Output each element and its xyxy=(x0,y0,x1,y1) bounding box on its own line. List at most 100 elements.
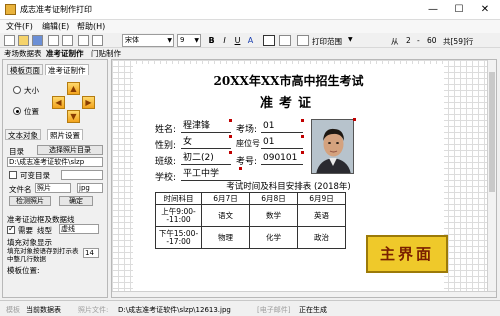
open-folder-icon[interactable] xyxy=(18,35,29,46)
vertical-scrollbar[interactable] xyxy=(487,60,496,297)
table-cell[interactable]: 政治 xyxy=(297,226,346,249)
dir-path-field[interactable]: D:\成志准考证软件\slzp xyxy=(7,157,103,167)
table-cell[interactable]: 数学 xyxy=(249,204,298,227)
table-cell[interactable]: 英语 xyxy=(297,204,346,227)
table-cell[interactable]: 时间科目 xyxy=(155,192,202,205)
copy-icon[interactable] xyxy=(78,35,89,46)
gender-label[interactable]: 性别: xyxy=(155,138,176,151)
table-cell[interactable]: 6月7日 xyxy=(201,192,250,205)
move-left-button[interactable]: ◀ xyxy=(52,96,65,109)
save-icon[interactable] xyxy=(32,35,43,46)
exam-no-value[interactable]: 090101 xyxy=(261,152,303,165)
from-value[interactable]: 2 xyxy=(406,36,411,45)
move-right-button[interactable]: ▶ xyxy=(82,96,95,109)
handle-marker xyxy=(239,167,242,170)
title-bar: 成志准考证制作打印 — ☐ ✕ xyxy=(0,0,500,20)
line-style-icon[interactable] xyxy=(279,35,291,46)
move-up-button[interactable]: ▲ xyxy=(67,82,80,95)
var-dir-checkbox[interactable] xyxy=(9,171,17,179)
filename-select[interactable]: 照片 xyxy=(35,183,71,193)
status-photo-label: 照片文件: xyxy=(78,306,109,314)
name-value[interactable]: 程津锋 xyxy=(181,120,231,133)
line-type-select[interactable]: 虚线 xyxy=(59,224,99,234)
seat-value[interactable]: 01 xyxy=(261,136,303,149)
menu-bar: 文件(F) 编辑(E) 帮助(H) xyxy=(0,20,500,33)
gender-value[interactable]: 女 xyxy=(181,136,231,149)
close-button[interactable]: ✕ xyxy=(472,0,498,20)
table-cell[interactable]: 上午9:00--11:00 xyxy=(155,204,202,227)
size-label: 大小 xyxy=(24,86,39,95)
print-preview-icon[interactable] xyxy=(62,35,73,46)
student-photo[interactable] xyxy=(311,119,354,174)
font-color-button[interactable]: A xyxy=(245,35,256,46)
room-label[interactable]: 考场: xyxy=(236,122,257,135)
font-size-select[interactable]: 9 ▼ xyxy=(177,34,201,47)
new-icon[interactable] xyxy=(4,35,15,46)
maximize-button[interactable]: ☐ xyxy=(446,0,472,20)
minimize-button[interactable]: — xyxy=(420,0,446,20)
tab-door-label[interactable]: 门贴制作 xyxy=(91,48,121,59)
bold-button[interactable]: B xyxy=(206,35,217,46)
print-range-label: 打印范围 xyxy=(312,37,342,46)
name-label[interactable]: 姓名: xyxy=(155,122,176,135)
exam-no-label[interactable]: 考号: xyxy=(236,154,257,167)
check-photo-button[interactable]: 检测照片 xyxy=(9,196,51,206)
menu-help[interactable]: 帮助(H) xyxy=(77,21,105,32)
filename-label: 文件名 xyxy=(9,185,32,194)
print-icon[interactable] xyxy=(48,35,59,46)
handle-marker xyxy=(229,135,232,138)
table-cell[interactable]: 下午15:00--17:00 xyxy=(155,226,202,249)
need-line-checkbox[interactable] xyxy=(7,224,15,234)
dir-label: 目录 xyxy=(9,147,24,156)
tab-admission-card[interactable]: 准考证制作 xyxy=(46,48,84,59)
position-radio[interactable] xyxy=(13,107,21,115)
move-down-button[interactable]: ▼ xyxy=(67,110,80,123)
font-select[interactable]: 宋体 ▼ xyxy=(122,34,174,47)
horizontal-scrollbar[interactable] xyxy=(112,291,496,297)
schedule-table[interactable]: 时间科目 6月7日 6月8日 6月9日 上午9:00--11:00 语文 数学 … xyxy=(155,192,346,249)
handle-marker xyxy=(353,118,356,121)
class-label[interactable]: 班级: xyxy=(155,154,176,167)
table-cell[interactable]: 化学 xyxy=(249,226,298,249)
position-label: 位置 xyxy=(24,107,39,116)
scroll-thumb[interactable] xyxy=(489,72,495,192)
fill-count-field[interactable]: 14 xyxy=(83,248,99,258)
paste-icon[interactable] xyxy=(92,35,103,46)
seat-label[interactable]: 座位号 xyxy=(236,138,260,149)
table-row: 时间科目 6月7日 6月8日 6月9日 xyxy=(155,192,346,205)
border-color-icon[interactable] xyxy=(263,35,275,46)
confirm-button[interactable]: 确定 xyxy=(59,196,93,206)
class-value[interactable]: 初二(2) xyxy=(181,152,231,165)
print-range-dropdown-icon[interactable]: ▼ xyxy=(348,36,353,43)
status-db-label: 模板 xyxy=(6,306,20,314)
table-row: 下午15:00--17:00 物理 化学 政治 xyxy=(155,226,346,249)
table-cell[interactable]: 物理 xyxy=(201,226,250,249)
window-title: 成志准考证制作打印 xyxy=(20,5,92,14)
var-dir-select[interactable] xyxy=(61,170,103,180)
left-panel: 模板页面 准考证制作 大小 位置 ▲ ◀ ▶ ▼ 文本对象 照片设置 目录 选择… xyxy=(2,59,108,298)
tab-text-object[interactable]: 文本对象 xyxy=(5,129,41,140)
app-icon xyxy=(5,4,16,15)
room-value[interactable]: 01 xyxy=(261,120,303,133)
menu-file[interactable]: 文件(F) xyxy=(6,21,33,32)
italic-button[interactable]: I xyxy=(219,35,230,46)
subtab-card[interactable]: 准考证制作 xyxy=(45,64,89,75)
card-title[interactable]: 20XX年XX市高中招生考试 xyxy=(133,72,444,89)
table-cell[interactable]: 6月8日 xyxy=(249,192,298,205)
status-db-value: 当前数据表 xyxy=(26,306,61,314)
grid-icon[interactable] xyxy=(297,35,309,46)
menu-edit[interactable]: 编辑(E) xyxy=(42,21,69,32)
to-value[interactable]: 60 xyxy=(427,36,437,45)
tab-photo-settings[interactable]: 照片设置 xyxy=(47,129,83,140)
schedule-title[interactable]: 考试时间及科目安排表 (2018年) xyxy=(133,180,444,192)
tab-exam-data[interactable]: 考场数据表 xyxy=(4,48,42,59)
status-email-label: [电子邮件] xyxy=(257,306,291,314)
table-cell[interactable]: 6月9日 xyxy=(297,192,346,205)
subtab-template[interactable]: 模板页面 xyxy=(7,64,43,75)
card-subtitle[interactable]: 准考证 xyxy=(133,92,444,111)
underline-button[interactable]: U xyxy=(232,35,243,46)
size-radio[interactable] xyxy=(13,86,21,94)
choose-dir-button[interactable]: 选择照片目录 xyxy=(37,145,103,155)
ext-select[interactable]: jpg xyxy=(77,183,103,193)
table-cell[interactable]: 语文 xyxy=(201,204,250,227)
